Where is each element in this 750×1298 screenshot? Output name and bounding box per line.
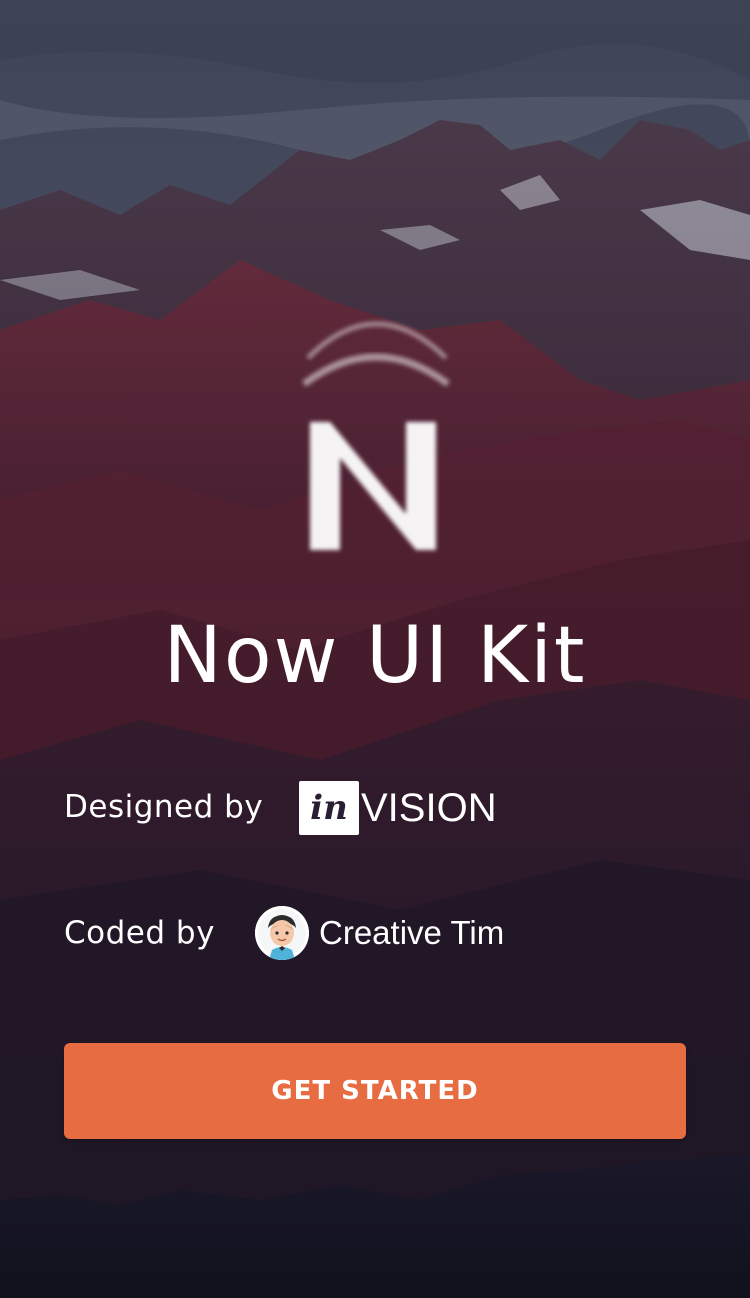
invision-logo-text: VISION bbox=[361, 786, 497, 830]
creative-tim-name: Creative Tim bbox=[319, 914, 505, 951]
get-started-button[interactable]: GET STARTED bbox=[64, 1043, 686, 1139]
landing-screen: Now UI Kit Designed by in VISION Coded b… bbox=[0, 0, 750, 1298]
designed-by-label: Designed by bbox=[64, 789, 264, 825]
now-ui-logo-icon bbox=[301, 321, 451, 550]
creative-tim-logo: Creative Tim bbox=[255, 906, 504, 960]
invision-logo: in VISION bbox=[299, 780, 497, 836]
creative-tim-avatar-icon bbox=[255, 906, 309, 960]
app-title: Now UI Kit bbox=[163, 611, 587, 701]
invision-logo-mark: in bbox=[299, 781, 359, 835]
coded-by-label: Coded by bbox=[64, 915, 215, 951]
